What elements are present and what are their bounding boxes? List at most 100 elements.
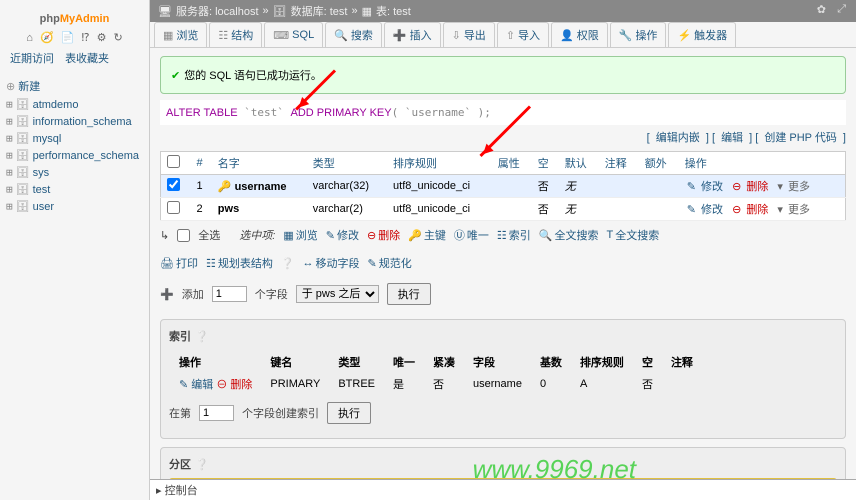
move-cols-link[interactable]: ↔ 移动字段 bbox=[303, 255, 360, 271]
bulk-fulltext[interactable]: 🔍 全文搜索 bbox=[539, 227, 599, 243]
bulk-index[interactable]: ☷ 索引 bbox=[497, 227, 531, 243]
sidebar: phpMyAdmin ⌂ 🧭 📄 ⁉ ⚙ ↻ 近期访问 表收藏夹 ⊕新建 ⊞🗄a… bbox=[0, 0, 150, 500]
add-go-button[interactable]: 执行 bbox=[387, 283, 431, 305]
browse-icon: ▦ bbox=[163, 29, 173, 42]
col-null: 空 bbox=[532, 152, 559, 175]
col-collation: 排序规则 bbox=[387, 152, 492, 175]
row-check[interactable] bbox=[167, 201, 180, 214]
check-icon: ✔ bbox=[171, 70, 180, 82]
privileges-icon: 👤 bbox=[560, 29, 574, 42]
row-delete[interactable]: ⊖ 删除 bbox=[732, 204, 770, 216]
normalize-link[interactable]: ✎ 规范化 bbox=[368, 255, 412, 271]
page-settings-icon[interactable]: ✿ bbox=[817, 3, 826, 16]
tab-search[interactable]: 🔍搜索 bbox=[325, 22, 382, 47]
index-table: 操作键名类型 唯一紧凑字段 基数排序规则空注释 ✎ 编辑 ⊖ 删除 PRIMAR… bbox=[169, 350, 703, 396]
tree-db[interactable]: ⊞🗄performance_schema bbox=[4, 147, 145, 164]
reload-icon[interactable]: ↻ bbox=[114, 32, 123, 44]
tab-insert[interactable]: ➕插入 bbox=[384, 22, 441, 47]
index-count-input[interactable] bbox=[199, 405, 234, 421]
table-icon: ▦ bbox=[362, 5, 372, 18]
favorites-link[interactable]: 表收藏夹 bbox=[65, 53, 109, 65]
bulk-check-all[interactable] bbox=[177, 229, 190, 242]
tab-export[interactable]: ⇩导出 bbox=[443, 22, 495, 47]
tab-sql[interactable]: ⌨SQL bbox=[264, 22, 323, 47]
result-links: [ 编辑内嵌 ] [ 编辑 ] [ 创建 PHP 代码 ] bbox=[160, 129, 846, 145]
logout-icon[interactable]: 🧭 bbox=[40, 32, 54, 44]
col-action: 操作 bbox=[679, 152, 846, 175]
tab-browse[interactable]: ▦浏览 bbox=[154, 22, 207, 47]
table-row: 2 pws varchar(2)utf8_unicode_ci 否无 ✎ 修改 … bbox=[161, 198, 846, 221]
help-icon[interactable]: ❔ bbox=[195, 330, 209, 343]
page-exit-icon[interactable]: ⤢ bbox=[837, 3, 846, 16]
tab-bar: ▦浏览 ☷结构 ⌨SQL 🔍搜索 ➕插入 ⇩导出 ⇧导入 👤权限 🔧操作 ⚡触发… bbox=[150, 22, 856, 48]
row-delete[interactable]: ⊖ 删除 bbox=[732, 181, 770, 193]
import-icon: ⇧ bbox=[506, 29, 515, 42]
docs-icon[interactable]: ⁉ bbox=[81, 32, 89, 44]
col-attr: 属性 bbox=[492, 152, 532, 175]
triggers-icon: ⚡ bbox=[677, 29, 691, 42]
db-icon: 🗄 bbox=[16, 166, 30, 179]
row-more[interactable]: ▾ 更多 bbox=[777, 204, 812, 216]
bc-db[interactable]: 数据库: test bbox=[291, 3, 348, 19]
row-check[interactable] bbox=[167, 178, 180, 191]
structure-tools: 🖨 打印 ☷ 规划表结构 ❔ ↔ 移动字段 ✎ 规范化 bbox=[160, 249, 846, 277]
db-icon: 🗄 bbox=[16, 132, 30, 145]
sidebar-icon-row: ⌂ 🧭 📄 ⁉ ⚙ ↻ bbox=[0, 29, 149, 46]
check-all[interactable] bbox=[167, 155, 180, 168]
tree-db[interactable]: ⊞🗄sys bbox=[4, 164, 145, 181]
export-icon: ⇩ bbox=[452, 29, 461, 42]
bulk-delete[interactable]: ⊖ 删除 bbox=[367, 227, 400, 243]
columns-table: # 名字 类型 排序规则 属性 空 默认 注释 额外 操作 1 🔑 userna… bbox=[160, 151, 846, 221]
tree-db[interactable]: ⊞🗄information_schema bbox=[4, 113, 145, 130]
operations-icon: 🔧 bbox=[619, 29, 633, 42]
settings-icon[interactable]: ⚙ bbox=[97, 32, 107, 44]
tree-db[interactable]: ⊞🗄test bbox=[4, 181, 145, 198]
bulk-fulltext2[interactable]: T 全文搜索 bbox=[606, 227, 659, 243]
tree-new[interactable]: ⊕新建 bbox=[4, 76, 145, 96]
create-php-link[interactable]: 创建 PHP 代码 bbox=[764, 132, 837, 144]
row-edit[interactable]: ✎ 修改 bbox=[687, 204, 725, 216]
table-row: 1 🔑 username varchar(32)utf8_unicode_ci … bbox=[161, 175, 846, 198]
breadcrumb-bar: 🖥服务器: localhost » 🗄数据库: test » ▦表: test … bbox=[150, 0, 856, 22]
sidebar-quick-links: 近期访问 表收藏夹 bbox=[0, 46, 149, 70]
idx-delete[interactable]: ⊖ 删除 bbox=[216, 379, 252, 391]
edit-inline-link[interactable]: 编辑内嵌 bbox=[656, 132, 700, 144]
home-icon[interactable]: ⌂ bbox=[26, 32, 33, 44]
bc-table[interactable]: 表: test bbox=[376, 3, 411, 19]
idx-edit[interactable]: ✎ 编辑 bbox=[179, 379, 213, 391]
add-column-row: ➕ 添加 个字段 于 pws 之后 执行 bbox=[160, 277, 846, 311]
sql-icon[interactable]: 📄 bbox=[61, 32, 75, 44]
index-row: ✎ 编辑 ⊖ 删除 PRIMARYBTREE是 否username0 A否 bbox=[171, 374, 701, 394]
tab-operations[interactable]: 🔧操作 bbox=[610, 22, 667, 47]
row-more[interactable]: ▾ 更多 bbox=[777, 181, 812, 193]
bulk-unique[interactable]: Ⓤ 唯一 bbox=[454, 227, 489, 243]
db-icon: 🗄 bbox=[16, 183, 30, 196]
bulk-toolbar: ↳ 全选 选中项: ▦ 浏览 ✎ 修改 ⊖ 删除 🔑 主键 Ⓤ 唯一 ☷ 索引 … bbox=[160, 221, 846, 249]
bulk-browse[interactable]: ▦ 浏览 bbox=[283, 227, 317, 243]
server-icon: 🖥 bbox=[158, 5, 172, 18]
tree-db[interactable]: ⊞🗄user bbox=[4, 198, 145, 215]
add-position-select[interactable]: 于 pws 之后 bbox=[296, 285, 379, 303]
add-count-input[interactable] bbox=[212, 286, 247, 302]
propose-link[interactable]: ☷ 规划表结构 bbox=[206, 255, 273, 271]
console-bar[interactable]: ▸ 控制台 bbox=[150, 479, 856, 500]
db-icon: 🗄 bbox=[16, 115, 30, 128]
col-name[interactable]: 名字 bbox=[212, 152, 307, 175]
col-num[interactable]: # bbox=[190, 152, 211, 175]
tab-triggers[interactable]: ⚡触发器 bbox=[668, 22, 736, 47]
bulk-primary[interactable]: 🔑 主键 bbox=[408, 227, 446, 243]
bulk-edit[interactable]: ✎ 修改 bbox=[326, 227, 359, 243]
tab-import[interactable]: ⇧导入 bbox=[497, 22, 549, 47]
recent-link[interactable]: 近期访问 bbox=[10, 53, 54, 65]
main-panel: 🖥服务器: localhost » 🗄数据库: test » ▦表: test … bbox=[150, 0, 856, 500]
index-go-button[interactable]: 执行 bbox=[327, 402, 371, 424]
index-panel: 索引 ❔ 操作键名类型 唯一紧凑字段 基数排序规则空注释 ✎ 编辑 ⊖ 删除 P… bbox=[160, 319, 846, 439]
tree-db[interactable]: ⊞🗄mysql bbox=[4, 130, 145, 147]
bc-server[interactable]: 服务器: localhost bbox=[176, 3, 259, 19]
tree-db[interactable]: ⊞🗄atmdemo bbox=[4, 96, 145, 113]
row-edit[interactable]: ✎ 修改 bbox=[687, 181, 725, 193]
tab-structure[interactable]: ☷结构 bbox=[209, 22, 262, 47]
tab-privileges[interactable]: 👤权限 bbox=[551, 22, 608, 47]
print-link[interactable]: 🖨 打印 bbox=[160, 255, 198, 271]
edit-link[interactable]: 编辑 bbox=[721, 132, 743, 144]
